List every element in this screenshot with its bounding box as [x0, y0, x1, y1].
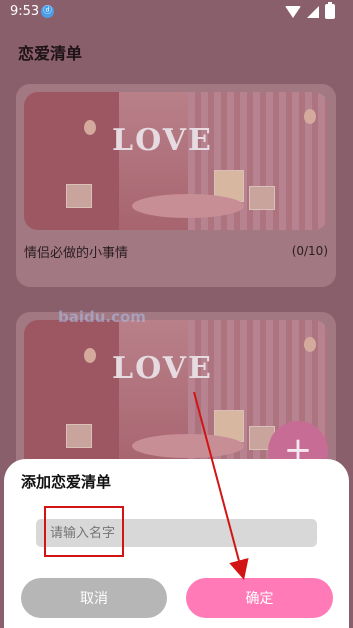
curtain-left: [24, 92, 119, 230]
wifi-icon: [285, 5, 301, 18]
love-sculpture-text: LOVE: [112, 123, 213, 158]
balloon-icon: [84, 348, 96, 363]
balloon-icon: [304, 109, 316, 124]
gift-box-icon: [66, 184, 92, 208]
status-time: 9:53: [10, 4, 40, 19]
status-icons: [285, 2, 335, 19]
list-name-input[interactable]: [36, 519, 317, 547]
gift-box-icon: [66, 424, 92, 448]
love-card-image: LOVE: [24, 92, 328, 230]
status-bar: 9:53 ⓓ: [0, 0, 353, 24]
stage-platform: [132, 194, 244, 218]
page-title: 恋爱清单: [18, 44, 83, 63]
stage-platform: [132, 434, 244, 458]
balloon-icon: [304, 337, 316, 352]
battery-icon: [325, 2, 335, 19]
watermark: baidu.com: [58, 308, 146, 326]
card-progress-count: (0/10): [291, 244, 328, 258]
balloon-icon: [84, 120, 96, 135]
cancel-button[interactable]: 取消: [21, 578, 167, 618]
dialog-title: 添加恋爱清单: [21, 473, 112, 491]
signal-icon: [307, 5, 319, 18]
gift-box-icon: [249, 186, 275, 210]
card-title: 情侣必做的小事情: [24, 246, 129, 261]
app-notification-icon: ⓓ: [41, 5, 54, 18]
confirm-button[interactable]: 确定: [186, 578, 333, 618]
love-sculpture-text: LOVE: [112, 351, 213, 386]
add-love-list-dialog: 添加恋爱清单 取消 确定: [4, 459, 349, 628]
love-list-card[interactable]: LOVE 情侣必做的小事情 (0/10): [16, 84, 336, 287]
